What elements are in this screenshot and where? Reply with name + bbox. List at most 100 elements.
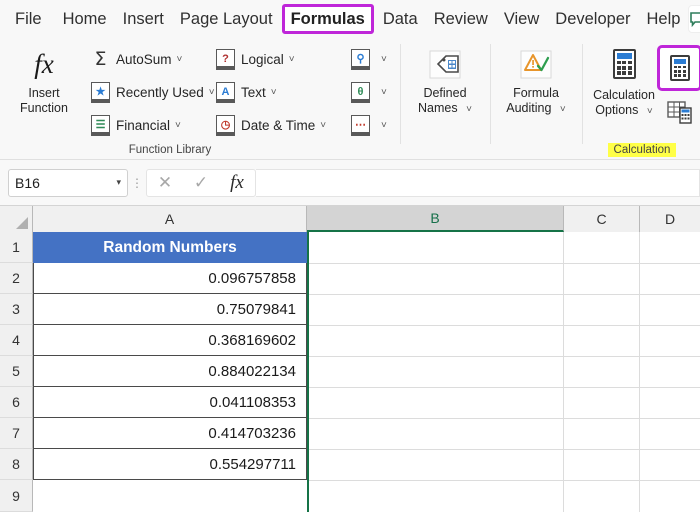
calculate-sheet-button[interactable] bbox=[667, 100, 693, 129]
chevron-down-icon[interactable]: ˅ bbox=[209, 87, 215, 98]
row-header-1[interactable]: 1 bbox=[0, 232, 33, 263]
chevron-down-icon[interactable]: ˅ bbox=[381, 120, 387, 131]
gridline bbox=[563, 232, 564, 512]
tab-view[interactable]: View bbox=[497, 4, 546, 34]
calculator-icon bbox=[612, 43, 636, 85]
ribbon-formulas: fx Insert Function Σ AutoSum ˅ ★ Recentl… bbox=[0, 38, 700, 160]
calculation-options-button[interactable]: Calculation Options ˅ bbox=[586, 43, 662, 119]
enter-button[interactable]: ✓ bbox=[183, 170, 219, 196]
calculation-options-label-1: Calculation bbox=[593, 88, 655, 102]
column-header-a[interactable]: A bbox=[33, 206, 307, 232]
cell-a5[interactable]: 0.884022134 bbox=[33, 356, 307, 387]
chevron-down-icon[interactable]: ˅ bbox=[647, 106, 653, 117]
financial-button[interactable]: ☰ Financial ˅ bbox=[90, 112, 181, 138]
tab-formulas[interactable]: Formulas bbox=[281, 4, 374, 34]
tab-data[interactable]: Data bbox=[376, 4, 425, 34]
logical-label: Logical bbox=[241, 51, 284, 67]
autosum-button[interactable]: Σ AutoSum ˅ bbox=[90, 46, 182, 72]
group-function-library: fx Insert Function Σ AutoSum ˅ ★ Recentl… bbox=[0, 38, 398, 160]
row-header-4[interactable]: 4 bbox=[0, 325, 33, 356]
date-time-label: Date & Time bbox=[241, 117, 316, 133]
gridline bbox=[307, 325, 700, 326]
formula-auditing-icon bbox=[517, 43, 555, 85]
tab-file[interactable]: File bbox=[1, 4, 54, 34]
column-header-c[interactable]: C bbox=[564, 206, 640, 232]
logical-button[interactable]: ? Logical ˅ bbox=[215, 46, 295, 72]
gridline bbox=[307, 294, 700, 295]
chevron-down-icon[interactable]: ˅ bbox=[177, 54, 183, 65]
tab-review[interactable]: Review bbox=[427, 4, 495, 34]
lookup-reference-button[interactable]: ⚲ ˅ bbox=[350, 46, 387, 72]
autosum-sigma-icon: Σ bbox=[94, 48, 107, 70]
recently-used-button[interactable]: ★ Recently Used ˅ bbox=[90, 79, 215, 105]
formula-auditing-button[interactable]: Formula Auditing ˅ bbox=[500, 43, 572, 117]
insert-function-button[interactable]: fx Insert Function bbox=[8, 43, 80, 116]
chevron-down-icon[interactable]: ˅ bbox=[320, 120, 326, 131]
cell-a7[interactable]: 0.414703236 bbox=[33, 418, 307, 449]
select-all-button[interactable] bbox=[0, 206, 33, 232]
chevron-down-icon[interactable]: ˅ bbox=[560, 104, 566, 115]
row-header-5[interactable]: 5 bbox=[0, 356, 33, 387]
group-formula-auditing: Formula Auditing ˅ bbox=[492, 38, 580, 160]
cell-a1[interactable]: Random Numbers bbox=[33, 232, 307, 263]
formula-auditing-label-2: Auditing bbox=[506, 101, 552, 115]
row-header-7[interactable]: 7 bbox=[0, 418, 33, 449]
excel-window: File Home Insert Page Layout Formulas Da… bbox=[0, 0, 700, 512]
tab-help[interactable]: Help bbox=[640, 4, 688, 34]
calculate-now-icon bbox=[669, 55, 690, 81]
more-functions-button[interactable]: ⋯ ˅ bbox=[350, 112, 387, 138]
text-button[interactable]: A Text ˅ bbox=[215, 79, 277, 105]
tab-page-layout[interactable]: Page Layout bbox=[173, 4, 280, 34]
cell-a3[interactable]: 0.75079841 bbox=[33, 294, 307, 325]
math-trig-button[interactable]: θ ˅ bbox=[350, 79, 387, 105]
insert-function-label-2: Function bbox=[20, 101, 68, 115]
group-defined-names: Defined Names ˅ bbox=[402, 38, 488, 160]
chevron-down-icon[interactable]: ▾ bbox=[116, 177, 121, 188]
tab-home[interactable]: Home bbox=[56, 4, 114, 34]
formula-input[interactable] bbox=[256, 168, 700, 197]
insert-function-label-1: Insert bbox=[28, 86, 60, 100]
cell-a4[interactable]: 0.368169602 bbox=[33, 325, 307, 356]
cancel-button[interactable]: ✕ bbox=[147, 170, 183, 196]
calculation-group-label-text: Calculation bbox=[607, 143, 677, 157]
chevron-down-icon[interactable]: ˅ bbox=[466, 104, 472, 115]
gridline bbox=[307, 480, 700, 481]
gridline bbox=[307, 418, 700, 419]
gridline bbox=[639, 232, 640, 512]
defined-names-icon bbox=[426, 43, 464, 85]
calculate-sheet-icon bbox=[667, 101, 692, 124]
text-label: Text bbox=[241, 84, 266, 100]
chevron-down-icon[interactable]: ˅ bbox=[289, 54, 295, 65]
cell-a8[interactable]: 0.554297711 bbox=[33, 449, 307, 480]
date-time-button[interactable]: ◷ Date & Time ˅ bbox=[215, 112, 326, 138]
column-header-d[interactable]: D bbox=[640, 206, 700, 232]
comments-button[interactable] bbox=[688, 5, 700, 33]
cell-a2[interactable]: 0.096757858 bbox=[33, 263, 307, 294]
formula-bar-grip[interactable]: ⋮ bbox=[128, 177, 146, 189]
name-box[interactable]: B16 ▾ bbox=[8, 168, 128, 197]
chevron-down-icon[interactable]: ˅ bbox=[271, 87, 277, 98]
calculate-now-button[interactable] bbox=[657, 45, 700, 91]
more-functions-icon: ⋯ bbox=[350, 114, 371, 136]
row-header-6[interactable]: 6 bbox=[0, 387, 33, 418]
defined-names-label-1: Defined bbox=[423, 86, 467, 100]
selection-indicator bbox=[307, 232, 309, 512]
insert-function-bar-button[interactable]: fx bbox=[219, 170, 255, 196]
gridline bbox=[307, 449, 700, 450]
column-header-b[interactable]: B bbox=[307, 206, 564, 232]
chevron-down-icon[interactable]: ˅ bbox=[381, 87, 387, 98]
row-header-3[interactable]: 3 bbox=[0, 294, 33, 325]
group-calculation: Calculation Options ˅ Calculation bbox=[584, 38, 700, 160]
cell-a6[interactable]: 0.041108353 bbox=[33, 387, 307, 418]
calculation-options-label-2: Options bbox=[595, 103, 639, 117]
row-header-9[interactable]: 9 bbox=[0, 480, 33, 512]
tab-insert[interactable]: Insert bbox=[116, 4, 171, 34]
row-header-2[interactable]: 2 bbox=[0, 263, 33, 294]
financial-label: Financial bbox=[116, 117, 171, 133]
chevron-down-icon[interactable]: ˅ bbox=[175, 120, 181, 131]
row-header-8[interactable]: 8 bbox=[0, 449, 33, 480]
tab-developer[interactable]: Developer bbox=[548, 4, 637, 34]
defined-names-button[interactable]: Defined Names ˅ bbox=[409, 43, 481, 117]
financial-icon: ☰ bbox=[90, 114, 111, 136]
chevron-down-icon[interactable]: ˅ bbox=[381, 54, 387, 65]
